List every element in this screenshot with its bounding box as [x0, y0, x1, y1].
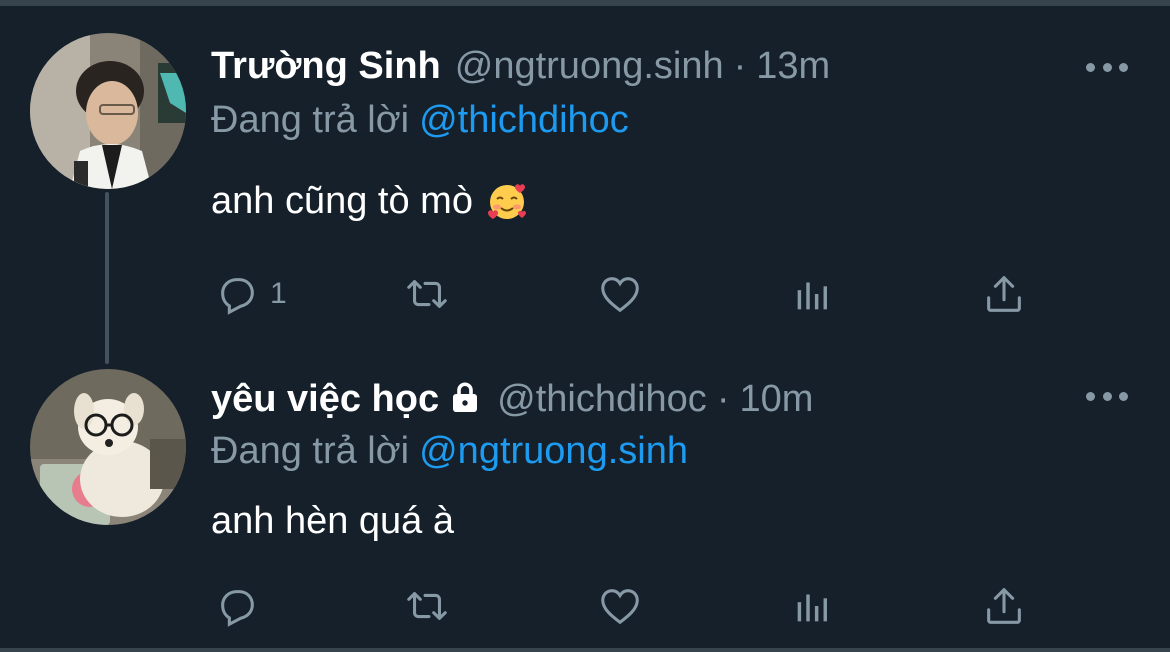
analytics-button[interactable] [790, 576, 836, 636]
replying-to-handle[interactable]: @ngtruong.sinh [419, 430, 688, 472]
share-button[interactable] [981, 576, 1027, 636]
retweet-icon [404, 271, 450, 317]
avatar[interactable] [30, 33, 186, 189]
retweet-icon [404, 583, 450, 629]
tweet[interactable]: yêu việc học @thichdihoc · 10m Đang trả … [0, 361, 1170, 652]
tweet-text: anh cũng tò mò [211, 178, 529, 224]
avatar[interactable] [30, 369, 186, 525]
retweet-button[interactable] [404, 264, 450, 324]
tweet[interactable]: Trường Sinh @ngtruong.sinh · 13m Đang tr… [0, 6, 1170, 361]
reply-button[interactable] [214, 576, 260, 636]
heart-icon [597, 271, 643, 317]
tweet-actions [0, 576, 1170, 636]
tweet-thread: Trường Sinh @ngtruong.sinh · 13m Đang tr… [0, 0, 1170, 652]
replying-to-handle[interactable]: @thichdihoc [419, 99, 629, 141]
replying-to-label: Đang trả lời [211, 99, 410, 141]
timestamp[interactable]: 13m [756, 43, 830, 89]
heart-icon [597, 583, 643, 629]
tweet-header: Trường Sinh @ngtruong.sinh · 13m [211, 43, 830, 89]
lock-icon [447, 379, 483, 415]
separator-dot: · [716, 378, 730, 420]
tweet-text-content: anh hèn quá à [211, 500, 455, 542]
replying-to: Đang trả lời @ngtruong.sinh [211, 428, 688, 474]
more-options-icon[interactable] [1086, 389, 1128, 403]
analytics-button[interactable] [790, 264, 836, 324]
share-button[interactable] [981, 264, 1027, 324]
bar-chart-icon [790, 583, 836, 629]
display-name[interactable]: Trường Sinh [211, 43, 441, 89]
reply-button[interactable]: 1 [214, 264, 287, 324]
tweet-text-content: anh cũng tò mò [211, 180, 473, 222]
tweet-header: yêu việc học @thichdihoc · 10m [211, 375, 813, 422]
retweet-button[interactable] [404, 576, 450, 636]
replying-to: Đang trả lời @thichdihoc [211, 97, 629, 143]
tweet-text: anh hèn quá à [211, 498, 454, 544]
tweet-actions: 1 [0, 264, 1170, 324]
share-icon [981, 271, 1027, 317]
user-handle[interactable]: @thichdihoc [497, 376, 707, 422]
bar-chart-icon [790, 271, 836, 317]
reply-icon [214, 271, 260, 317]
timestamp[interactable]: 10m [739, 376, 813, 422]
reply-icon [214, 583, 260, 629]
separator-dot: · [733, 45, 747, 87]
display-name[interactable]: yêu việc học [211, 376, 439, 422]
user-handle[interactable]: @ngtruong.sinh [455, 43, 724, 89]
replying-to-label: Đang trả lời [211, 430, 410, 472]
reply-count: 1 [270, 277, 287, 310]
like-button[interactable] [597, 264, 643, 324]
like-button[interactable] [597, 576, 643, 636]
share-icon [981, 583, 1027, 629]
smiling-face-with-hearts-icon [485, 179, 529, 223]
more-options-icon[interactable] [1086, 60, 1128, 74]
